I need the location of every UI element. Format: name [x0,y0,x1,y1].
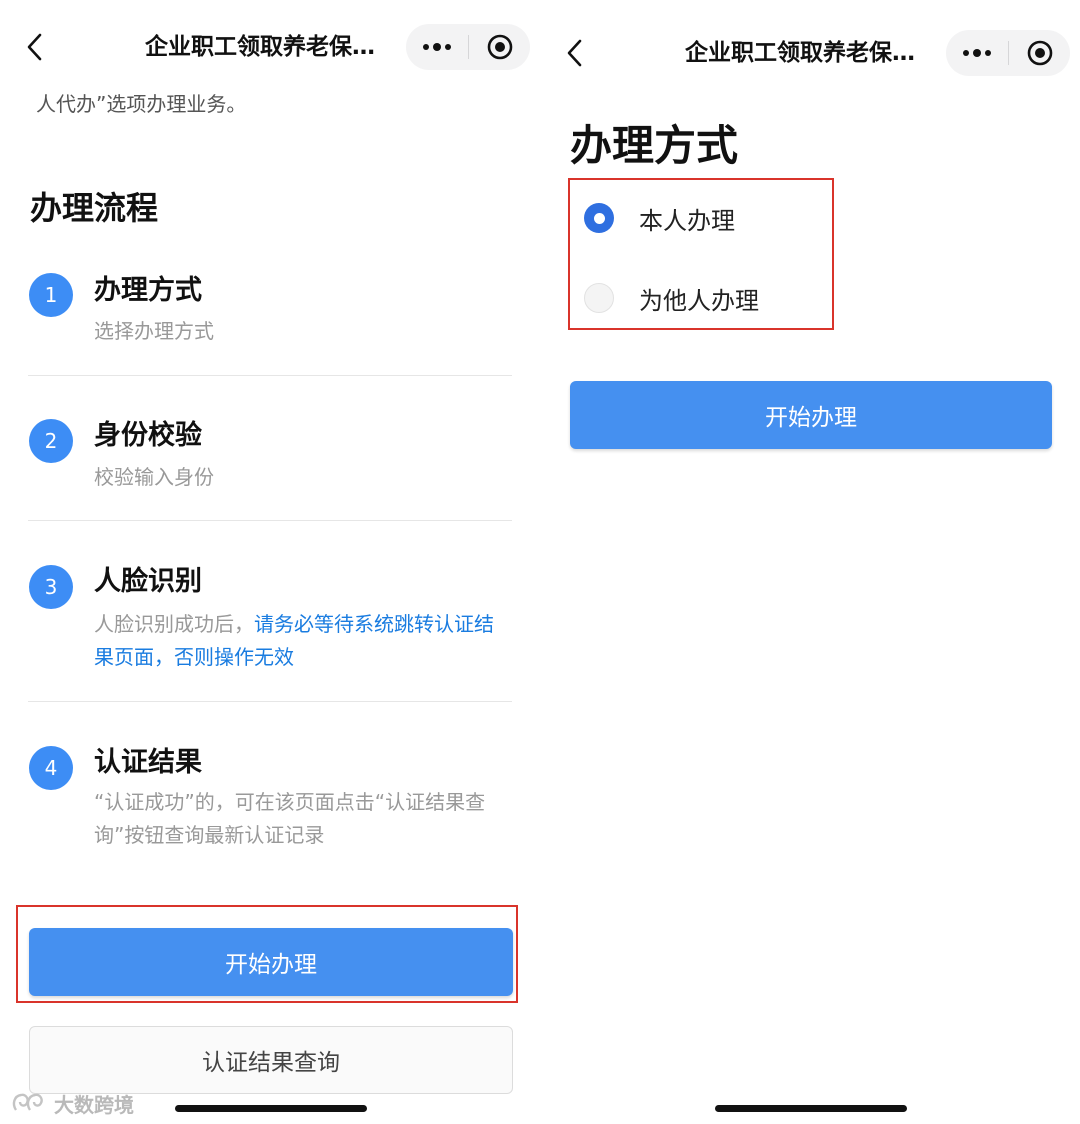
watermark-text: 大数跨境 [54,1092,134,1117]
left-screen: 企业职工领取养老保险待遇资格认证 人代办”选项办理业务。 办理流程 1 办理方式… [0,0,540,1124]
more-dots-icon[interactable] [406,24,468,70]
step-title-4: 认证结果 [94,747,202,778]
process-section-title: 办理流程 [30,189,159,227]
option-others[interactable]: 为他人办理 [584,278,759,318]
step-title-3: 人脸识别 [94,566,202,597]
start-button[interactable]: 开始办理 [570,381,1052,449]
right-screen: 企业职工领取养老保险待遇资格认证 办理方式 本人办理 为他人办理 开始办理 [540,0,1080,1124]
navigation-bar: 企业职工领取养老保险待遇资格认证 [540,0,1080,96]
step-desc-3-plain: 人脸识别成功后， [94,612,254,636]
step-divider [28,375,512,376]
radio-dot [593,212,605,224]
watermark-logo-icon [12,1093,43,1111]
step-desc-3: 人脸识别成功后，请务必等待系统跳转认证结果页面，否则操作无效 [94,608,504,674]
option-self-label: 本人办理 [639,206,735,235]
option-self[interactable]: 本人办理 [584,198,735,238]
more-dots-icon[interactable] [946,30,1008,76]
step-divider [28,701,512,702]
step-title-2: 身份校验 [94,420,202,451]
navigation-bar: 企业职工领取养老保险待遇资格认证 [0,0,540,96]
start-button[interactable]: 开始办理 [29,928,513,996]
mini-program-capsule [406,24,530,70]
step-number-2: 2 [29,419,73,463]
radio-checked-icon[interactable] [584,203,614,233]
step-number-1: 1 [29,273,73,317]
step-title-1: 办理方式 [94,275,202,306]
back-icon[interactable] [20,30,50,64]
target-close-icon[interactable] [1009,30,1070,76]
page-title: 企业职工领取养老保险待遇资格认证 [145,34,395,60]
back-icon[interactable] [560,36,590,70]
page-title: 企业职工领取养老保险待遇资格认证 [685,40,935,66]
mini-program-capsule [946,30,1070,76]
home-indicator [715,1105,907,1112]
step-number-4: 4 [29,746,73,790]
step-desc-4: “认证成功”的，可在该页面点击“认证结果查询”按钮查询最新认证记录 [94,790,486,847]
option-others-label: 为他人办理 [639,286,759,315]
target-close-icon[interactable] [469,24,530,70]
step-desc-1: 选择办理方式 [94,319,214,343]
radio-unchecked-icon[interactable] [584,283,614,313]
method-title: 办理方式 [570,121,739,170]
step-number-3: 3 [29,565,73,609]
watermark: 大数跨境 [10,1088,134,1118]
query-result-button[interactable]: 认证结果查询 [29,1026,513,1094]
step-desc-2: 校验输入身份 [94,465,214,489]
home-indicator [175,1105,367,1112]
step-divider [28,520,512,521]
intro-text: 人代办”选项办理业务。 [36,92,247,116]
